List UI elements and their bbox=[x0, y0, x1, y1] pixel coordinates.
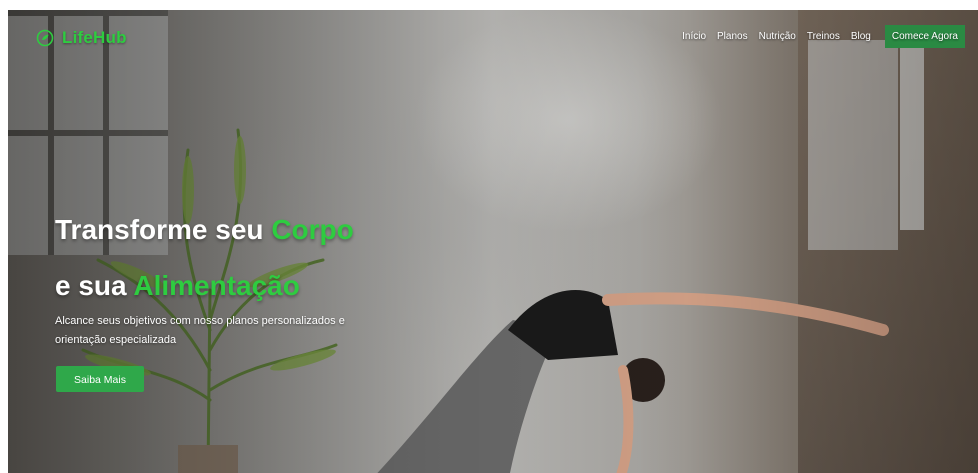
hero-title-line2-accent: Alimentação bbox=[133, 270, 300, 301]
top-nav: Início Planos Nutrição Treinos Blog Come… bbox=[682, 25, 976, 48]
nav-treinos[interactable]: Treinos bbox=[807, 31, 840, 42]
hero-title-line2: e sua Alimentação bbox=[55, 270, 300, 302]
nav-nutricao[interactable]: Nutrição bbox=[759, 31, 796, 42]
hero-subtitle: Alcance seus objetivos com nosso planos … bbox=[55, 315, 345, 346]
leaf-circle-icon bbox=[36, 29, 54, 47]
hero-title-line2-text: e sua bbox=[55, 270, 134, 301]
brand-name: LifeHub bbox=[62, 28, 127, 47]
hero-title-line1-accent: Corpo bbox=[271, 214, 354, 245]
nav-planos[interactable]: Planos bbox=[717, 31, 748, 42]
get-started-button[interactable]: Comece Agora bbox=[884, 25, 965, 48]
hero-title-line1: Transforme seu Corpo bbox=[55, 214, 354, 246]
learn-more-button[interactable]: Saiba Mais bbox=[56, 366, 144, 392]
nav-blog[interactable]: Blog bbox=[851, 31, 871, 42]
page: LifeHub Início Planos Nutrição Treinos B… bbox=[0, 0, 978, 473]
nav-inicio[interactable]: Início bbox=[682, 31, 706, 42]
brand-logo[interactable]: LifeHub bbox=[36, 28, 127, 48]
hero-title-line1-text: Transforme seu bbox=[55, 214, 272, 245]
